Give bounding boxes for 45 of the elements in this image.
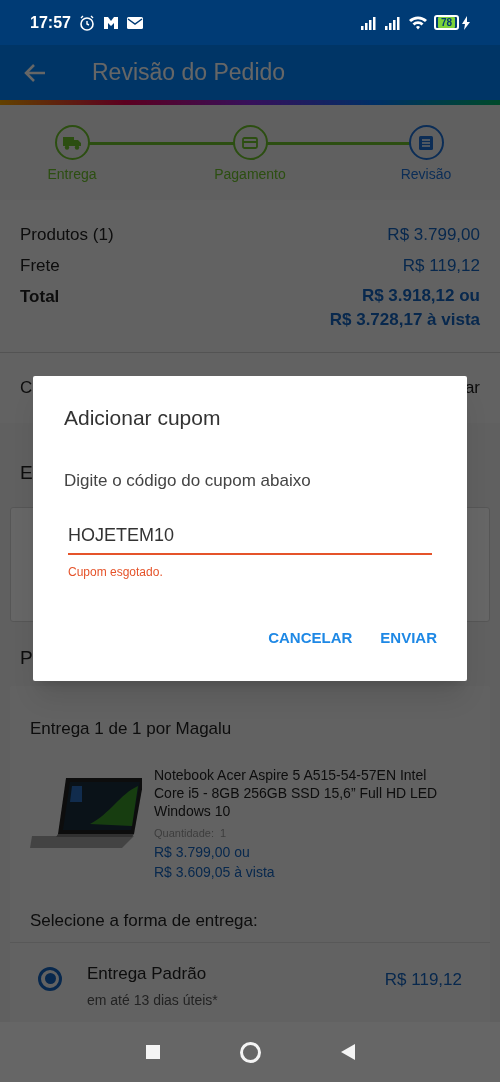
product-name: Notebook Acer Aspire 5 A515-54-57EN Intel Core i5 - 8GB 256GB SSD 15,6” Full HD LED Windows 10: [154, 765, 439, 820]
coupon-input-field[interactable]: HOJETEM10: [68, 517, 432, 555]
screen-title: Revisão do Pedido: [92, 58, 286, 88]
summary-label: Produtos (1): [20, 224, 114, 246]
total-value: R$ 3.918,12 ou: [361, 285, 480, 307]
recents-icon[interactable]: [145, 1045, 160, 1059]
section-title: E: [20, 462, 33, 483]
step-label: Revisão: [400, 165, 452, 184]
step-label: Pagamento: [214, 165, 286, 184]
section-title: P: [20, 647, 33, 668]
summary-value: R$ 119,12: [402, 255, 480, 277]
delivery-title: Entrega 1 de 1 por Magalu: [29, 718, 233, 740]
dialog-message: Digite o código do cupom abaixo: [64, 469, 312, 492]
status-time: 17:57: [30, 12, 71, 33]
back-icon[interactable]: [340, 1044, 355, 1060]
battery-level: 78: [437, 17, 455, 28]
signal-icon: [383, 15, 402, 30]
summary-value: R$ 3.799,00: [387, 224, 480, 246]
dialog-title: Adicionar cupom: [64, 405, 222, 431]
delivery-options-title: Selecione a forma de entrega:: [29, 909, 259, 932]
dialog-button[interactable]: CANCELAR: [258, 620, 363, 655]
step-label: Entrega: [47, 165, 97, 184]
truck-icon: [63, 135, 81, 150]
product-cash-price: R$ 3.609,05 à vista: [154, 862, 276, 882]
product-price: R$ 3.799,00 ou: [154, 842, 251, 862]
option-price: R$ 119,12: [384, 968, 462, 991]
summary-label: Frete: [20, 255, 60, 277]
home-icon[interactable]: [239, 1041, 261, 1063]
charging-icon: [462, 15, 470, 30]
option-eta: em até 13 dias úteis*: [87, 991, 219, 1010]
mail-icon: [126, 16, 143, 29]
total-label: Total: [20, 286, 60, 308]
list-icon: [419, 135, 433, 150]
app-logo-icon: [102, 15, 119, 30]
error-message: Cupom esgotado.: [68, 564, 164, 581]
dialog-button[interactable]: ENVIAR: [370, 620, 447, 655]
option-name: Entrega Padrão: [87, 962, 208, 985]
signal-icon: [359, 15, 378, 30]
alarm-icon: [78, 14, 95, 31]
wifi-icon: [407, 15, 428, 30]
cash-total-value: R$ 3.728,17 à vista: [329, 309, 480, 331]
card-icon: [242, 136, 258, 149]
delivery-option[interactable]: Entrega Padrão em até 13 dias úteis* R$ 119,12: [10, 941, 490, 1022]
radio-button[interactable]: [38, 966, 62, 991]
coupon-row-label: C: [20, 377, 33, 400]
